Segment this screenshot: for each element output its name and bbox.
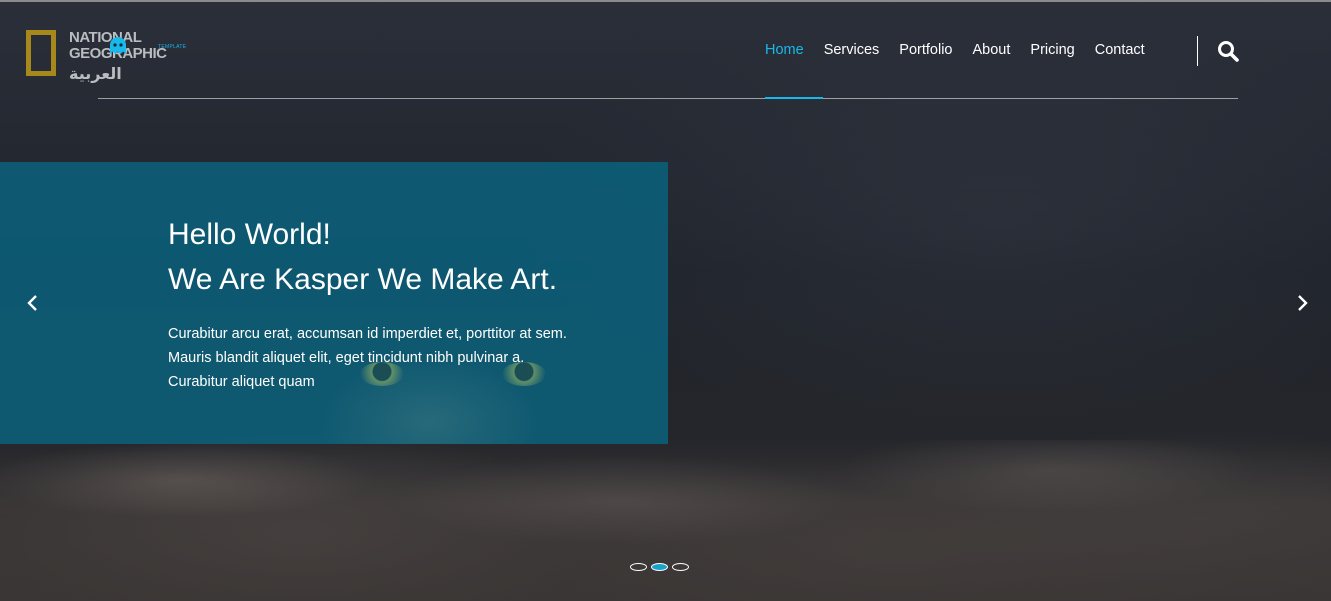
hero-body-line-1: Curabitur arcu erat, accumsan id imperdi… [168,326,567,342]
carousel-dot-1[interactable] [630,563,647,571]
carousel-indicators [630,563,693,571]
carousel-dot-3[interactable] [672,563,689,571]
nav-pricing[interactable]: Pricing [1030,40,1074,60]
rock-texture [0,440,1331,601]
hero-panel: Hello World! We Are Kasper We Make Art. … [0,162,668,444]
nav-divider [1197,36,1198,66]
nav-portfolio[interactable]: Portfolio [899,40,952,60]
main-nav: Home Services Portfolio About Pricing Co… [765,40,1165,60]
chevron-right-icon[interactable] [1294,293,1310,313]
hero-description: Curabitur arcu erat, accumsan id imperdi… [168,322,638,394]
nav-about[interactable]: About [973,40,1011,60]
header-divider [98,98,1238,99]
hero-body-line-3: Curabitur aliquet quam [168,374,315,390]
template-tag: TEMPLATE [158,44,187,50]
site-logo[interactable]: NATIONAL GEOGRAPHIC العربية TEMPLATE [26,30,186,86]
ghost-icon [110,37,126,54]
nav-services[interactable]: Services [824,40,880,60]
top-border [0,0,1331,2]
hero-heading-line-1: Hello World! [168,218,331,251]
hero-body-line-2: Mauris blandit aliquet elit, eget tincid… [168,350,525,366]
chevron-left-icon[interactable] [25,293,41,313]
nav-home[interactable]: Home [765,40,804,60]
carousel-dot-2[interactable] [651,563,668,571]
nav-contact[interactable]: Contact [1095,40,1145,60]
logo-arabic: العربية [69,64,122,83]
hero-background: NATIONAL GEOGRAPHIC العربية TEMPLATE Hom… [0,0,1331,601]
hero-heading-line-2: We Are Kasper We Make Art. [168,263,558,296]
active-nav-indicator [765,97,823,99]
logo-frame-icon [26,30,56,76]
search-icon[interactable] [1216,39,1240,63]
